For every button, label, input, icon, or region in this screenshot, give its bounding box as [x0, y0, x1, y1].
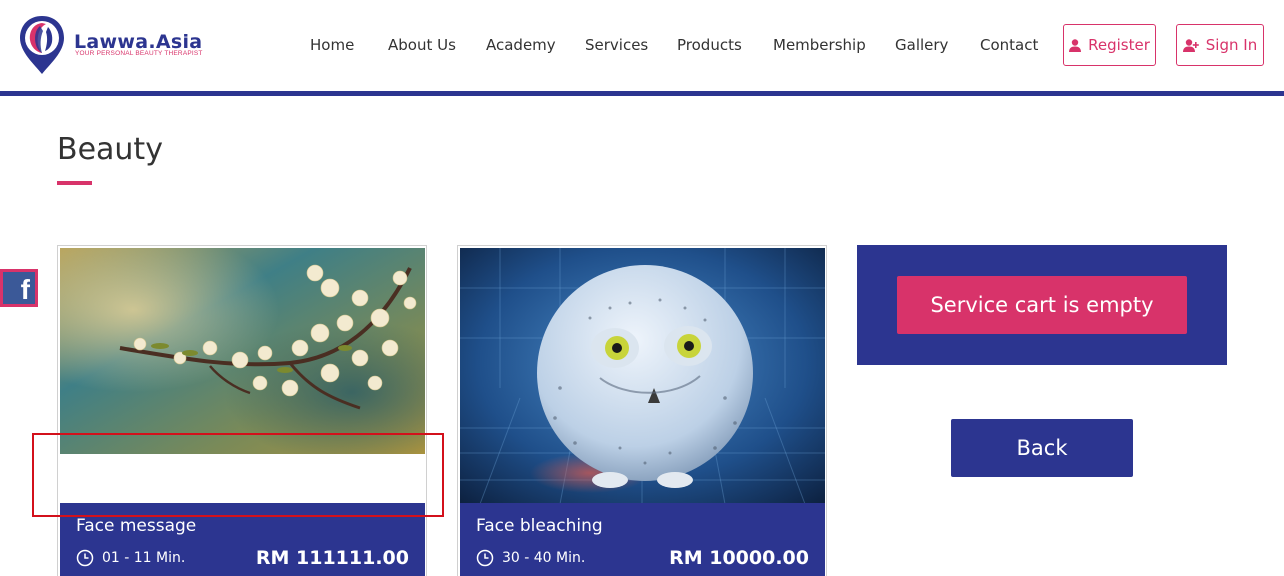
sign-in-label: Sign In	[1205, 36, 1258, 54]
facebook-button[interactable]: f	[0, 269, 38, 307]
cherry-blossom-image	[60, 248, 425, 454]
service-cart-panel: Service cart is empty	[857, 245, 1227, 365]
service-duration-text: 01 - 11 Min.	[102, 550, 186, 566]
service-duration: 01 - 11 Min.	[76, 549, 185, 567]
site-header: Lawwa.Asia YOUR PERSONAL BEAUTY THERAPIS…	[0, 0, 1284, 91]
service-info: Face bleaching 30 - 40 Min. RM 10000.00	[460, 503, 825, 576]
owl-image	[460, 248, 825, 504]
service-name: Face message	[76, 516, 197, 536]
register-label: Register	[1088, 36, 1150, 54]
service-duration: 30 - 40 Min.	[476, 549, 585, 567]
service-name: Face bleaching	[476, 516, 603, 536]
sign-in-button[interactable]: Sign In	[1176, 24, 1264, 66]
nav-products[interactable]: Products	[677, 36, 742, 54]
clock-icon	[76, 549, 94, 567]
service-card[interactable]: Face bleaching 30 - 40 Min. RM 10000.00	[457, 245, 827, 576]
service-image	[60, 248, 425, 454]
nav-academy[interactable]: Academy	[486, 36, 556, 54]
user-icon	[1069, 38, 1082, 52]
selection-highlight	[32, 433, 444, 517]
back-button[interactable]: Back	[951, 419, 1133, 477]
service-card[interactable]: Face message 01 - 11 Min. RM 111111.00	[57, 245, 427, 576]
service-price: RM 111111.00	[255, 547, 409, 569]
user-plus-icon	[1182, 38, 1199, 52]
logo[interactable]: Lawwa.Asia YOUR PERSONAL BEAUTY THERAPIS…	[18, 14, 208, 78]
register-button[interactable]: Register	[1063, 24, 1156, 66]
nav-services[interactable]: Services	[585, 36, 648, 54]
logo-pin-icon	[20, 16, 64, 74]
service-price: RM 10000.00	[669, 547, 809, 569]
clock-icon	[476, 549, 494, 567]
service-image	[460, 248, 825, 504]
nav-about-us[interactable]: About Us	[388, 36, 456, 54]
facebook-icon: f	[3, 272, 35, 305]
service-duration-text: 30 - 40 Min.	[502, 550, 586, 566]
nav-home[interactable]: Home	[310, 36, 354, 54]
title-underline	[57, 181, 92, 185]
service-cart-empty-button[interactable]: Service cart is empty	[897, 276, 1187, 334]
nav-contact[interactable]: Contact	[980, 36, 1038, 54]
nav-gallery[interactable]: Gallery	[895, 36, 948, 54]
header-divider	[0, 91, 1284, 96]
logo-tagline: YOUR PERSONAL BEAUTY THERAPIST	[75, 50, 203, 57]
page-title: Beauty	[57, 132, 163, 167]
nav-membership[interactable]: Membership	[773, 36, 866, 54]
